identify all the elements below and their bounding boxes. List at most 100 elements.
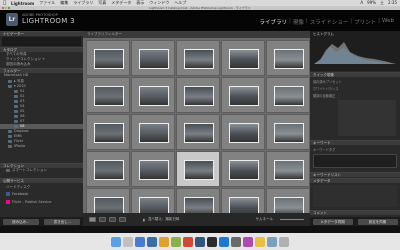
photo-thumbnail[interactable] xyxy=(184,123,214,143)
photo-thumbnail[interactable] xyxy=(274,123,304,143)
photo-app-icon[interactable] xyxy=(183,236,193,247)
volume-row[interactable]: Macintosh HD xyxy=(0,73,83,78)
collection-item[interactable]: スマートコレクション xyxy=(0,168,83,173)
photo-thumbnail[interactable] xyxy=(184,86,214,106)
grid-cell[interactable] xyxy=(86,114,130,150)
photoshop-icon[interactable] xyxy=(219,236,229,247)
menu-app[interactable]: Lightroom xyxy=(11,1,34,6)
notes-icon[interactable] xyxy=(255,236,265,247)
trash-icon[interactable] xyxy=(279,236,289,247)
photo-thumbnail[interactable] xyxy=(94,49,124,69)
grid-cell[interactable] xyxy=(221,40,265,76)
quick-develop-row[interactable]: 階調の自動補正 xyxy=(313,93,335,98)
grid-cell[interactable] xyxy=(131,40,175,76)
grid-cell[interactable] xyxy=(221,77,265,113)
grid-cell[interactable] xyxy=(266,114,310,150)
spray-can-icon[interactable]: ▮ xyxy=(143,218,145,222)
quick-develop-controls[interactable] xyxy=(338,100,396,136)
keyword-tags-row[interactable]: キーワードタグ xyxy=(313,147,335,152)
terminal-icon[interactable] xyxy=(207,236,217,247)
grid-cell[interactable] xyxy=(176,114,220,150)
grid-cell[interactable] xyxy=(266,40,310,76)
grid-cell[interactable] xyxy=(176,77,220,113)
navigator-preview[interactable] xyxy=(2,37,81,46)
close-window-icon[interactable] xyxy=(2,7,4,9)
grid-cell[interactable] xyxy=(131,151,175,187)
module-library[interactable]: ライブラリ xyxy=(260,18,288,26)
metadata-header[interactable]: メタデータ xyxy=(310,178,400,183)
photo-thumbnail[interactable] xyxy=(139,86,169,106)
loupe-view-icon[interactable] xyxy=(99,217,106,222)
finder-icon[interactable] xyxy=(111,236,121,247)
publish-item[interactable]: Flickr - Publish Service xyxy=(0,200,83,205)
app-icon[interactable] xyxy=(231,236,241,247)
photo-thumbnail[interactable] xyxy=(229,160,259,180)
module-slideshow[interactable]: スライドショー xyxy=(310,18,349,26)
comments-header[interactable]: コメント xyxy=(310,210,400,215)
keywording-header[interactable]: キーワード xyxy=(310,140,400,145)
photo-thumbnail[interactable] xyxy=(229,49,259,69)
photo-thumbnail[interactable] xyxy=(274,86,304,106)
photo-thumbnail[interactable] xyxy=(229,86,259,106)
photo-thumbnail[interactable] xyxy=(274,160,304,180)
photo-thumbnail[interactable] xyxy=(229,123,259,143)
histogram-panel[interactable]: ヒストグラム xyxy=(310,31,400,71)
system-preferences-icon[interactable] xyxy=(123,236,133,247)
import-button[interactable]: 読み込み... xyxy=(2,218,39,225)
grid-cell[interactable] xyxy=(86,40,130,76)
metadata-fields[interactable] xyxy=(313,185,397,207)
grid-cell[interactable] xyxy=(86,77,130,113)
keyword-list-header[interactable]: キーワードリスト xyxy=(310,172,400,177)
sort-control[interactable]: 並べ替え：撮影日時 xyxy=(148,217,180,222)
grid-cell[interactable] xyxy=(131,77,175,113)
photo-thumbnail[interactable] xyxy=(184,160,214,180)
library-filter-bar[interactable]: ライブラリフィルター xyxy=(83,31,310,38)
survey-view-icon[interactable] xyxy=(119,217,126,222)
module-develop[interactable]: 現像 xyxy=(293,18,304,26)
quick-develop-header[interactable]: クイック現像 xyxy=(310,72,400,77)
ical-icon[interactable] xyxy=(159,236,169,247)
catalog-item[interactable]: 前回の読み込み xyxy=(0,62,83,67)
publish-services-header[interactable]: 公開サービス xyxy=(0,178,83,183)
safari-icon[interactable] xyxy=(135,236,145,247)
photo-thumbnail[interactable] xyxy=(94,123,124,143)
module-print[interactable]: プリント xyxy=(354,18,376,26)
itunes-icon[interactable] xyxy=(243,236,253,247)
sync-metadata-button[interactable]: メタデータ同期 xyxy=(312,218,353,225)
module-picker: ライブラリ | 現像 | スライドショー | プリント | Web xyxy=(259,18,395,26)
mail-icon[interactable] xyxy=(147,236,157,247)
photo-thumbnail[interactable] xyxy=(184,49,214,69)
publish-item[interactable]: ハードディスク xyxy=(0,185,83,190)
export-button[interactable]: 書き出し... xyxy=(44,218,81,225)
grid-cell[interactable] xyxy=(176,40,220,76)
photo-thumbnail[interactable] xyxy=(94,160,124,180)
sync-settings-button[interactable]: 設定を同期 xyxy=(357,218,398,225)
module-web[interactable]: Web xyxy=(382,18,394,26)
grid-cell[interactable] xyxy=(221,114,265,150)
minimize-window-icon[interactable] xyxy=(5,7,7,9)
grid-cell-selected[interactable] xyxy=(176,151,220,187)
photo-thumbnail[interactable] xyxy=(94,86,124,106)
preview-icon[interactable] xyxy=(267,236,277,247)
compare-view-icon[interactable] xyxy=(109,217,116,222)
navigator-header[interactable]: ナビゲーター xyxy=(0,31,83,36)
photo-thumbnail[interactable] xyxy=(139,123,169,143)
grid-cell[interactable] xyxy=(86,151,130,187)
quick-develop-row[interactable]: ホワイトバランス xyxy=(313,86,338,91)
zoom-window-icon[interactable] xyxy=(8,7,10,9)
folder-item[interactable]: iPhoto xyxy=(0,144,83,149)
ichat-icon[interactable] xyxy=(171,236,181,247)
photo-thumbnail[interactable] xyxy=(274,49,304,69)
photo-thumbnail[interactable] xyxy=(139,49,169,69)
quick-develop-row[interactable]: 保存済みプリセット xyxy=(313,79,342,84)
grid-cell[interactable] xyxy=(131,114,175,150)
thumbnail-size-slider[interactable] xyxy=(280,219,304,220)
grid-view-icon[interactable] xyxy=(89,217,96,222)
lightroom-dock-icon[interactable] xyxy=(195,236,205,247)
photo-thumbnail[interactable] xyxy=(139,160,169,180)
grid-cell[interactable] xyxy=(266,77,310,113)
grid-cell[interactable] xyxy=(266,151,310,187)
grid-cell[interactable] xyxy=(221,151,265,187)
publish-item[interactable]: Facebook xyxy=(0,192,83,197)
keyword-input[interactable] xyxy=(313,154,397,168)
